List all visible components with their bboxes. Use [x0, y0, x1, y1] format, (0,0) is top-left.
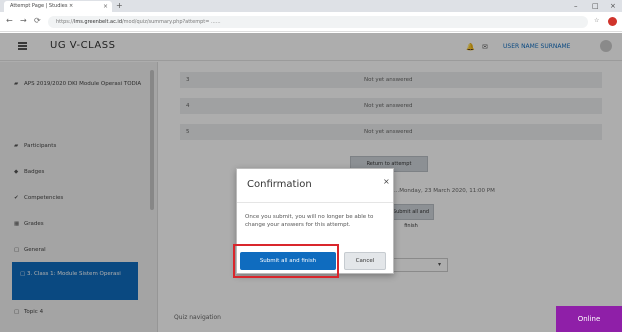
address-bar: ← → ⟳ https://lms.greenbelt.ac.id/mod/qu… [0, 12, 622, 32]
close-window-button[interactable]: × [610, 0, 616, 12]
back-icon[interactable]: ← [6, 16, 13, 25]
close-icon[interactable]: × [383, 177, 390, 186]
reload-icon[interactable]: ⟳ [34, 16, 41, 25]
modal-divider [237, 202, 393, 203]
minimize-button[interactable]: – [574, 0, 578, 12]
submit-all-and-finish-button[interactable]: Submit all and finish [240, 252, 336, 270]
url-host: lms.greenbelt.ac.id [73, 19, 122, 25]
forward-icon[interactable]: → [20, 16, 27, 25]
tab-close-icon[interactable]: × [103, 1, 108, 12]
modal-backdrop-header[interactable] [0, 33, 622, 62]
browser-tab-title: Attempt Page | Studies × [10, 3, 74, 9]
online-status-badge[interactable]: Online [556, 306, 622, 332]
browser-tab-bar: Attempt Page | Studies × × + – □ × [0, 0, 622, 12]
modal-title: Confirmation [247, 179, 312, 190]
cancel-button[interactable]: Cancel [344, 252, 386, 270]
new-tab-button[interactable]: + [116, 0, 123, 12]
url-input[interactable]: https://lms.greenbelt.ac.id/mod/quiz/sum… [48, 16, 588, 28]
url-path: /mod/quiz/summary.php?attempt= ...... [122, 19, 221, 25]
profile-icon[interactable] [608, 17, 617, 26]
url-prefix: https:// [56, 19, 74, 25]
browser-tab[interactable]: Attempt Page | Studies × × [4, 1, 112, 12]
star-icon[interactable]: ☆ [594, 17, 599, 24]
maximize-button[interactable]: □ [592, 0, 599, 12]
modal-body-text: Once you submit, you will no longer be a… [245, 214, 374, 228]
